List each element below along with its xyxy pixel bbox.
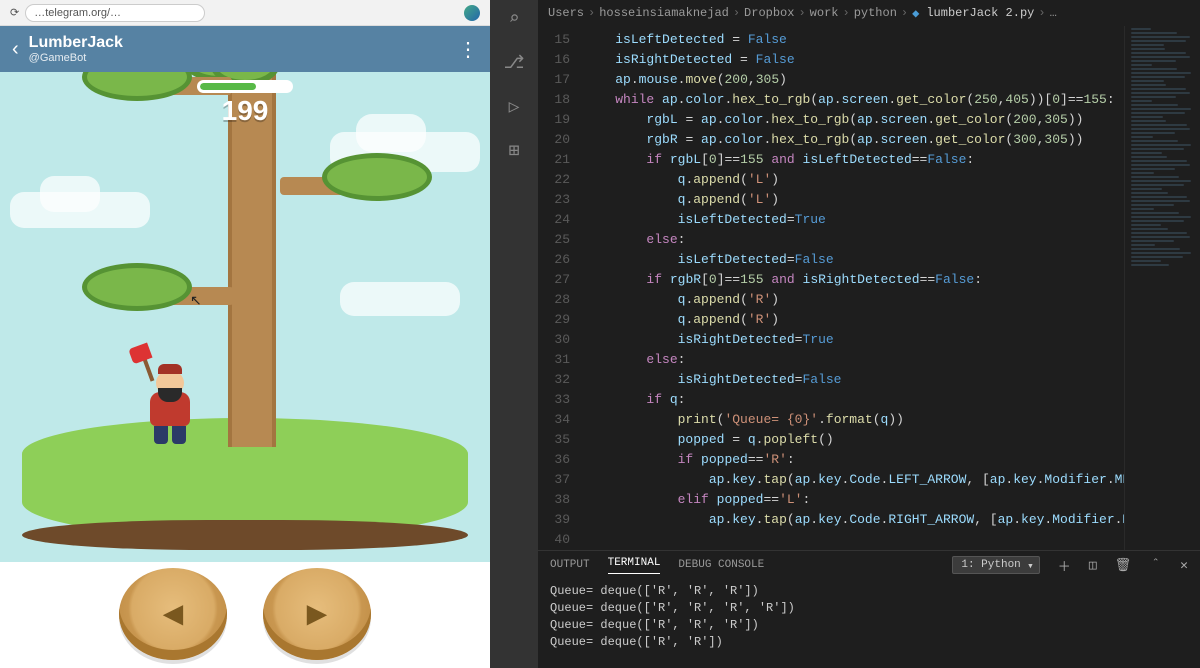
tab-terminal[interactable]: TERMINAL bbox=[608, 557, 661, 574]
game-controls: ◄ ► bbox=[0, 562, 490, 668]
lumberjack-sprite bbox=[150, 370, 190, 444]
tab-debug-console[interactable]: DEBUG CONSOLE bbox=[678, 559, 764, 571]
game-pane: ⟳ …telegram.org/… ‹ LumberJack @GameBot … bbox=[0, 0, 490, 668]
terminal-output[interactable]: Queue= deque(['R', 'R', 'R']) Queue= deq… bbox=[538, 579, 1200, 668]
extensions-icon[interactable]: ⊞ bbox=[509, 140, 520, 162]
leaf bbox=[82, 263, 192, 311]
breadcrumb-item[interactable]: Dropbox bbox=[744, 6, 794, 20]
activity-bar: ⌕ ⎇ ▷ ⊞ bbox=[490, 0, 538, 668]
breadcrumb-item[interactable]: hosseinsiamaknejad bbox=[599, 6, 729, 20]
cloud-decoration bbox=[340, 282, 460, 316]
score-value: 199 bbox=[222, 95, 269, 127]
maximize-panel-icon[interactable]: ＾ bbox=[1149, 556, 1162, 575]
right-button[interactable]: ► bbox=[263, 568, 371, 660]
leaf bbox=[82, 72, 192, 101]
close-panel-icon[interactable]: ✕ bbox=[1180, 558, 1188, 573]
profile-avatar[interactable] bbox=[464, 5, 480, 21]
run-debug-icon[interactable]: ▷ bbox=[509, 96, 520, 118]
reload-icon[interactable]: ⟳ bbox=[10, 6, 19, 19]
game-title: LumberJack bbox=[29, 34, 123, 52]
arrow-left-icon: ◄ bbox=[156, 595, 190, 634]
minimap[interactable] bbox=[1124, 26, 1200, 550]
back-icon[interactable]: ‹ bbox=[12, 38, 19, 61]
game-subtitle: @GameBot bbox=[29, 52, 123, 64]
arrow-right-icon: ► bbox=[300, 595, 334, 634]
left-button[interactable]: ◄ bbox=[119, 568, 227, 660]
game-title-block: LumberJack @GameBot bbox=[29, 34, 123, 64]
energy-fill bbox=[200, 83, 256, 90]
editor-area: Users› hosseinsiamaknejad› Dropbox› work… bbox=[538, 0, 1200, 668]
terminal-selector[interactable]: 1: Python ▾ bbox=[952, 556, 1039, 574]
panel: OUTPUT TERMINAL DEBUG CONSOLE 1: Python … bbox=[538, 550, 1200, 668]
new-terminal-icon[interactable]: ＋ bbox=[1058, 556, 1071, 575]
breadcrumb-more[interactable]: … bbox=[1050, 6, 1057, 20]
split-terminal-icon[interactable]: ◫ bbox=[1089, 558, 1097, 573]
kill-terminal-icon[interactable]: 🗑 bbox=[1115, 558, 1132, 573]
source-control-icon[interactable]: ⎇ bbox=[504, 52, 525, 74]
address-bar[interactable]: …telegram.org/… bbox=[25, 4, 205, 22]
python-file-icon: ◆ bbox=[912, 6, 919, 21]
code-content[interactable]: isLeftDetected = False isRightDetected =… bbox=[580, 26, 1200, 550]
hud: 199 bbox=[197, 80, 293, 127]
breadcrumb-item[interactable]: python bbox=[854, 6, 897, 20]
tab-output[interactable]: OUTPUT bbox=[550, 559, 590, 571]
kebab-menu-icon[interactable]: ⋮ bbox=[458, 37, 478, 62]
address-text: …telegram.org/… bbox=[34, 7, 121, 19]
breadcrumb-file[interactable]: lumberJack 2.py bbox=[926, 6, 1034, 20]
energy-bar bbox=[197, 80, 293, 93]
cloud-decoration bbox=[10, 192, 150, 228]
tree-trunk bbox=[228, 72, 276, 447]
panel-tabs: OUTPUT TERMINAL DEBUG CONSOLE 1: Python … bbox=[538, 551, 1200, 579]
breadcrumb-item[interactable]: Users bbox=[548, 6, 584, 20]
game-header: ‹ LumberJack @GameBot ⋮ bbox=[0, 26, 490, 72]
vscode-window: ⌕ ⎇ ▷ ⊞ Users› hosseinsiamaknejad› Dropb… bbox=[490, 0, 1200, 668]
line-number-gutter: 1516171819202122232425262728293031323334… bbox=[538, 26, 580, 550]
browser-toolbar: ⟳ …telegram.org/… bbox=[0, 0, 490, 26]
game-canvas[interactable]: 199 ↖ bbox=[0, 72, 490, 562]
search-icon[interactable]: ⌕ bbox=[509, 8, 520, 30]
breadcrumb[interactable]: Users› hosseinsiamaknejad› Dropbox› work… bbox=[538, 0, 1200, 26]
mouse-cursor-icon: ↖ bbox=[190, 292, 202, 309]
code-editor[interactable]: 1516171819202122232425262728293031323334… bbox=[538, 26, 1200, 550]
breadcrumb-item[interactable]: work bbox=[810, 6, 839, 20]
chevron-down-icon: ▾ bbox=[1027, 559, 1034, 573]
leaf bbox=[322, 153, 432, 201]
